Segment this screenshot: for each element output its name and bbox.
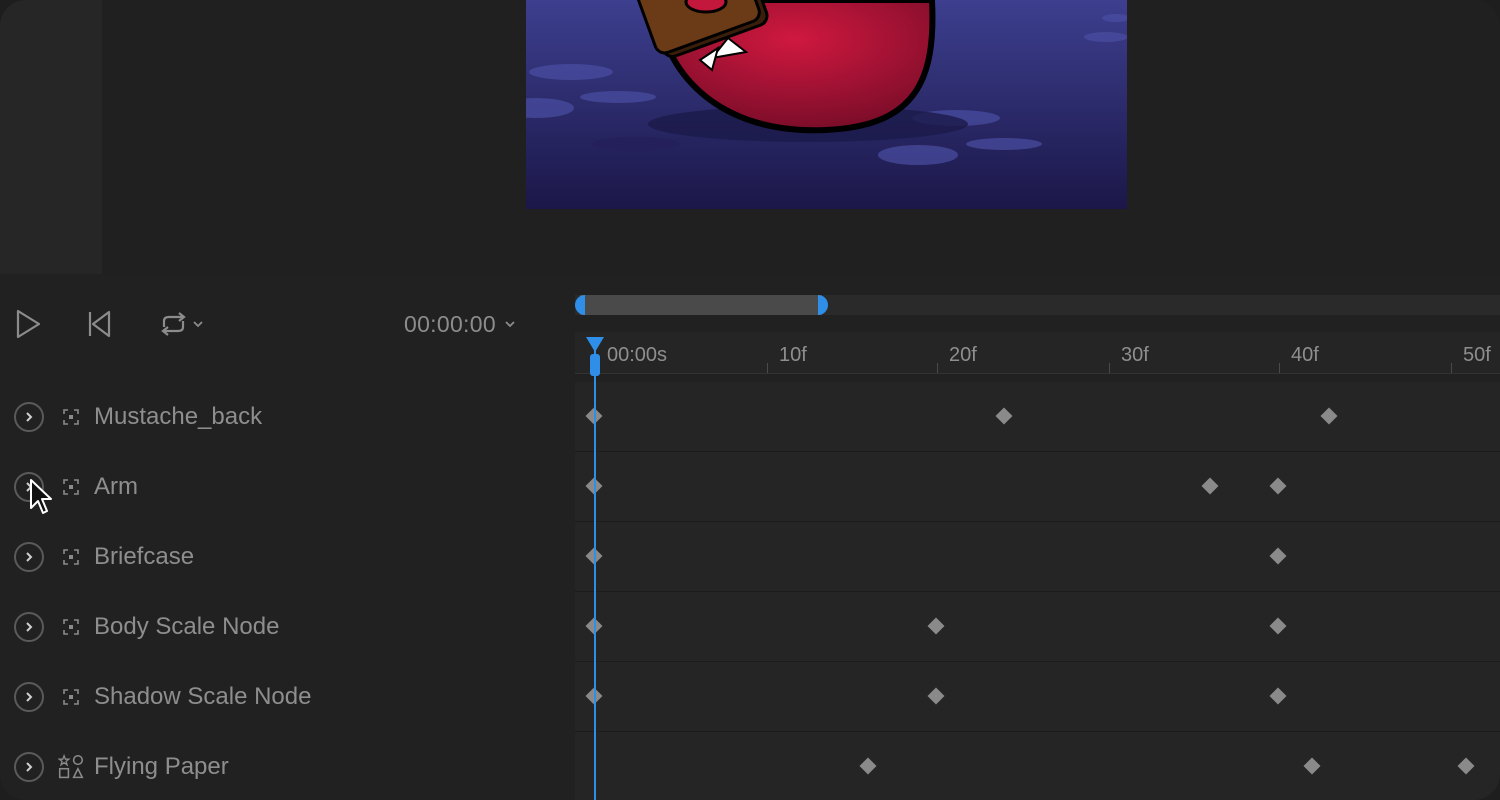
ruler-tick [767,363,768,373]
keyframe-track[interactable] [575,382,1500,452]
ruler-tick [937,363,938,373]
chevron-down-icon [505,321,515,328]
scene-preview[interactable] [526,0,1127,209]
ruler-tick [1451,363,1452,373]
loop-mode-dropdown[interactable] [150,306,210,342]
skip-to-start-icon [88,310,111,338]
playhead-line[interactable] [594,342,596,800]
keyframe-track[interactable] [575,522,1500,592]
layer-row[interactable]: Flying Paper [0,732,560,800]
transport-controls: 00:00:00 [0,274,560,374]
expand-layer-button[interactable] [14,402,44,432]
ruler-tick [1279,363,1280,373]
expand-layer-button[interactable] [14,472,44,502]
layer-name[interactable]: Shadow Scale Node [94,683,311,711]
layer-row[interactable]: Briefcase [0,522,560,592]
scene-illustration [526,0,1127,209]
chevron-right-icon [26,482,33,492]
layer-name[interactable]: Flying Paper [94,753,229,781]
work-area-range[interactable] [580,295,822,315]
canvas-stage [0,0,1500,274]
node-icon [58,684,84,710]
ruler-label: 40f [1291,344,1319,366]
expand-layer-button[interactable] [14,752,44,782]
ruler-label: 30f [1121,344,1149,366]
layer-row[interactable]: Arm [0,452,560,522]
layer-name[interactable]: Arm [94,473,138,501]
time-ruler[interactable]: 00:00s 10f 20f 30f 40f 50f [575,332,1500,374]
layer-row[interactable]: Body Scale Node [0,592,560,662]
layer-name[interactable]: Briefcase [94,543,194,571]
node-icon [58,544,84,570]
keyframe-track[interactable] [575,452,1500,522]
playhead-marker[interactable] [585,336,605,354]
loop-icon [161,312,186,336]
animation-editor: 00:00:00 00:00s 10f 20f 30f 40f 50f Must… [0,0,1500,800]
expand-layer-button[interactable] [14,542,44,572]
chevron-right-icon [26,552,33,562]
timeline-panel: 00:00:00 00:00s 10f 20f 30f 40f 50f Must… [0,274,1500,800]
layer-name[interactable]: Mustache_back [94,403,262,431]
current-time-dropdown[interactable]: 00:00:00 [404,306,544,342]
expand-layer-button[interactable] [14,612,44,642]
keyframe-track[interactable] [575,592,1500,662]
node-icon [58,614,84,640]
layer-row[interactable]: Shadow Scale Node [0,662,560,732]
node-icon [58,404,84,430]
ruler-label: 00:00s [607,344,668,366]
keyframe-track[interactable] [575,662,1500,732]
chevron-right-icon [26,412,33,422]
ruler-tick [1109,363,1110,373]
shapes-icon [58,753,84,780]
node-icon [58,474,84,500]
skip-to-start-button[interactable] [82,304,116,344]
ruler-label: 20f [949,344,977,366]
ruler-label: 50f [1463,344,1491,366]
keyframe-track[interactable] [575,732,1500,800]
play-icon [16,309,41,339]
chevron-down-icon [193,321,203,328]
expand-layer-button[interactable] [14,682,44,712]
current-time-value: 00:00:00 [404,310,496,337]
playhead-handle[interactable] [590,354,600,376]
chevron-right-icon [26,762,33,772]
layer-row[interactable]: Mustache_back [0,382,560,452]
stage-side-panel [0,0,102,274]
ruler-label: 10f [779,344,807,366]
chevron-right-icon [26,622,33,632]
layer-name[interactable]: Body Scale Node [94,613,279,641]
play-button[interactable] [10,304,46,344]
chevron-right-icon [26,692,33,702]
